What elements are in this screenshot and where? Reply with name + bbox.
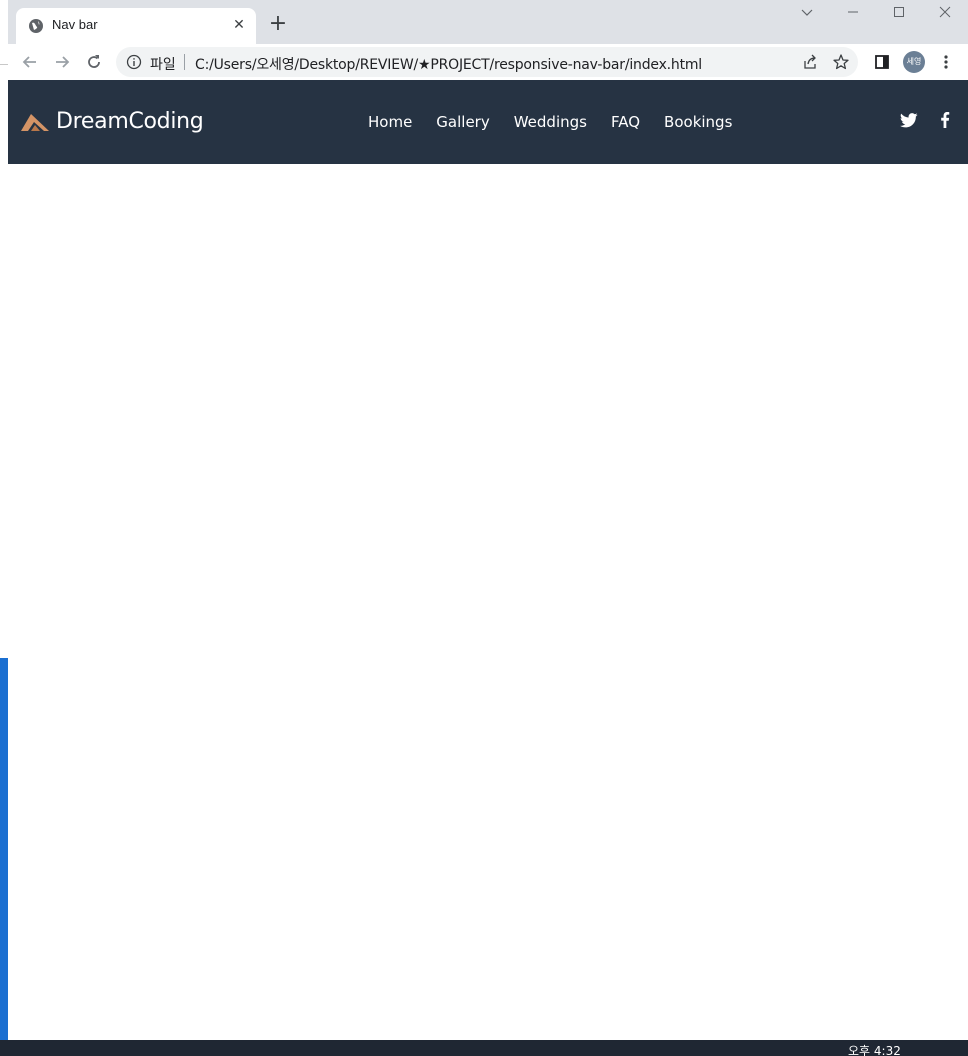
main-menu: Home Gallery Weddings FAQ Bookings [368, 113, 756, 131]
menu-item-faq[interactable]: FAQ [611, 113, 640, 131]
site-logo[interactable]: DreamCoding [20, 109, 204, 134]
twitter-icon[interactable] [900, 112, 918, 128]
back-button[interactable] [18, 50, 42, 74]
profile-avatar[interactable]: 세영 [903, 51, 925, 73]
windows-taskbar: 오후 4:32 [0, 1040, 968, 1056]
taskbar-clock: 오후 4:32 [848, 1044, 901, 1056]
minimize-button[interactable] [830, 4, 876, 26]
menu-item-home[interactable]: Home [368, 113, 412, 131]
social-links [900, 112, 950, 128]
close-icon [939, 6, 951, 18]
arrow-left-icon [22, 56, 36, 68]
browser-toolbar: 파일 C:/Users/오세영/Desktop/REVIEW/★PROJECT/… [8, 44, 968, 80]
tab-nav-bar[interactable]: Nav bar ✕ [16, 8, 256, 44]
desktop-background [0, 0, 8, 1040]
menu-item-gallery[interactable]: Gallery [436, 113, 489, 131]
globe-icon [29, 19, 43, 33]
bookmark-star-icon[interactable] [832, 53, 850, 71]
menu-item-weddings[interactable]: Weddings [514, 113, 587, 131]
close-tab-icon[interactable]: ✕ [230, 16, 248, 34]
tab-search-button[interactable] [784, 4, 830, 26]
new-tab-button[interactable]: + [266, 12, 290, 36]
window-edge [0, 64, 8, 65]
brand-name: DreamCoding [56, 109, 204, 134]
chevron-down-icon [801, 9, 813, 16]
kebab-menu-icon [944, 55, 948, 69]
maximize-icon [894, 7, 904, 17]
scheme-label: 파일 [150, 57, 176, 73]
tab-title: Nav bar [52, 17, 98, 32]
side-panel-button[interactable] [870, 50, 894, 74]
site-navbar: DreamCoding Home Gallery Weddings FAQ Bo… [8, 80, 968, 164]
reload-icon [88, 55, 100, 68]
address-divider [184, 54, 185, 70]
maximize-button[interactable] [876, 4, 922, 26]
side-panel-icon [875, 55, 889, 69]
desktop-wallpaper [0, 658, 8, 1040]
menu-button[interactable] [934, 50, 958, 74]
facebook-icon[interactable] [940, 112, 950, 128]
url-text[interactable]: C:/Users/오세영/Desktop/REVIEW/★PROJECT/res… [195, 54, 702, 74]
info-icon[interactable] [126, 54, 142, 70]
arrow-right-icon [56, 56, 70, 68]
address-bar[interactable]: 파일 C:/Users/오세영/Desktop/REVIEW/★PROJECT/… [116, 47, 858, 77]
tab-strip: Nav bar ✕ + [8, 0, 968, 44]
minimize-icon [848, 11, 858, 13]
reload-button[interactable] [82, 50, 106, 74]
dreamcoding-logo-icon [21, 113, 49, 131]
menu-item-bookings[interactable]: Bookings [664, 113, 732, 131]
share-icon[interactable] [802, 54, 818, 70]
forward-button[interactable] [50, 50, 74, 74]
browser-window: Nav bar ✕ + 파일 C:/Users/오세영/Desktop/REVI… [8, 0, 968, 1040]
close-window-button[interactable] [922, 4, 968, 26]
